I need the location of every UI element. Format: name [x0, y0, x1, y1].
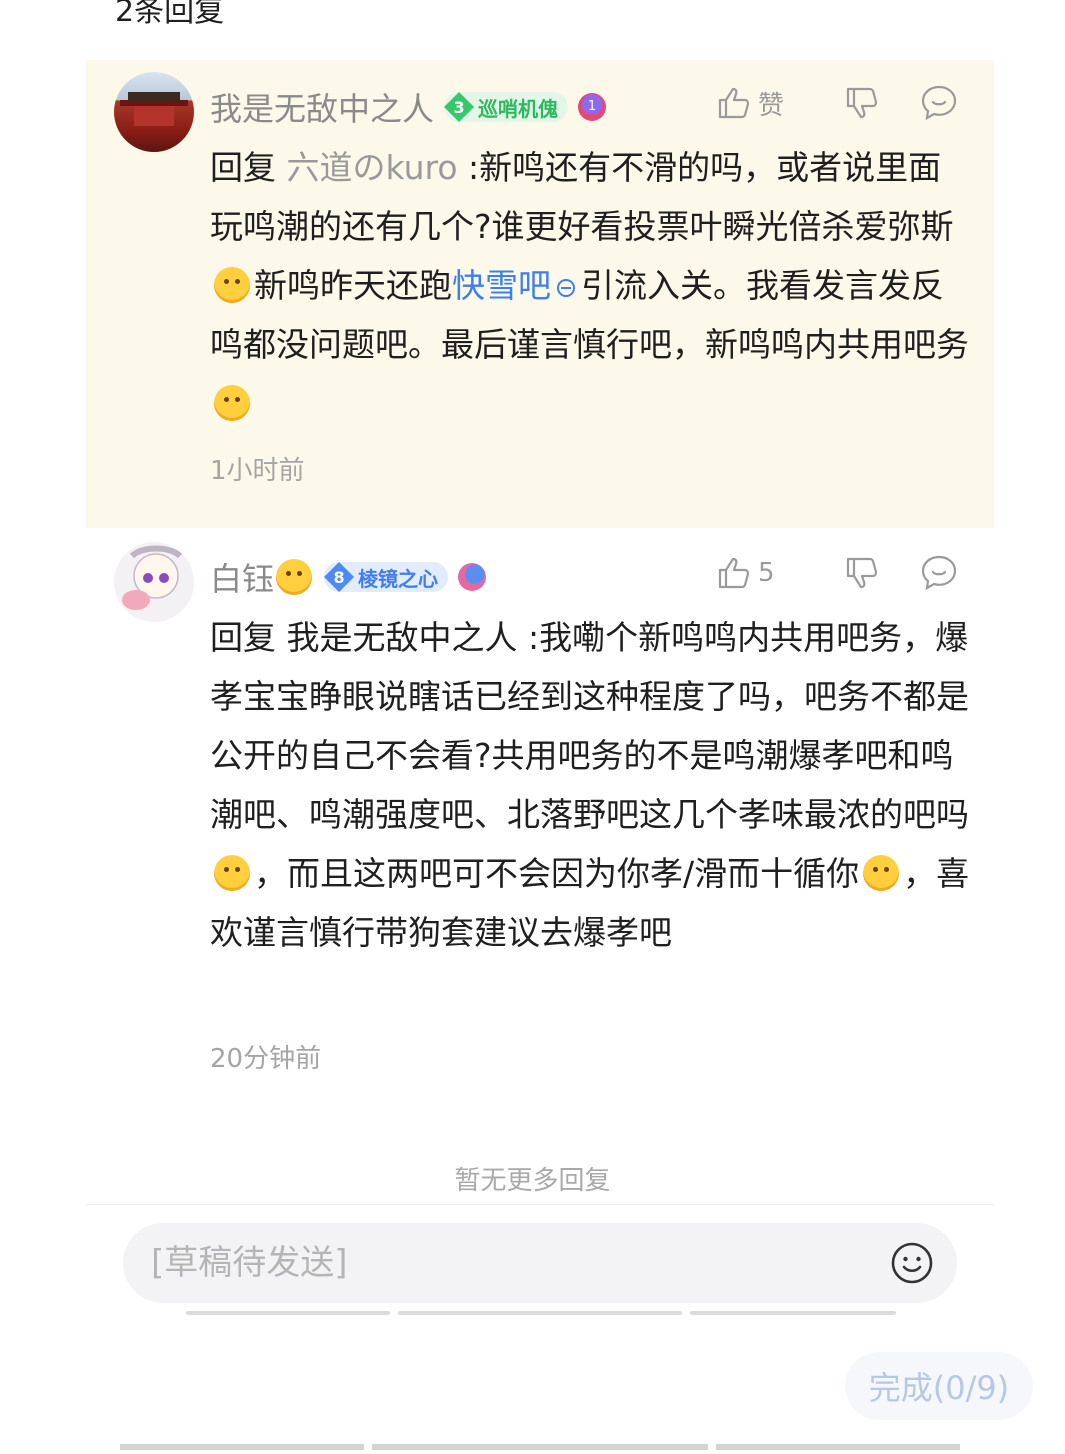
thumbs-down-icon — [846, 87, 878, 119]
reply-text: ，而且这两吧可不会因为你孝/滑而十循你 — [254, 854, 860, 893]
medal-icon[interactable] — [458, 563, 487, 591]
timestamp: 1小时前 — [210, 456, 305, 486]
giggle-emoji-icon — [863, 855, 900, 891]
toolbar-indicator — [186, 1311, 896, 1315]
thumbs-up-icon — [718, 87, 750, 119]
thumbs-down-icon — [846, 557, 878, 589]
reply-input-box[interactable] — [123, 1223, 957, 1303]
avatar[interactable] — [114, 72, 194, 152]
username[interactable]: 白钰 — [210, 554, 274, 600]
reply-content: 回复 我是无敌中之人 :我嘞个新鸣鸣内共用吧务，爆孝宝宝睁眼说瞎话已经到这种程度… — [210, 608, 970, 962]
reply-input[interactable] — [123, 1242, 889, 1284]
palace-avatar-image — [120, 92, 188, 126]
bottom-indicator — [120, 1444, 960, 1450]
sweat-emoji-icon — [214, 267, 250, 303]
level-number: 8 — [324, 562, 355, 592]
medal-icon[interactable]: 1 — [578, 93, 607, 121]
forum-link[interactable]: 快雪吧 — [452, 266, 551, 305]
done-button[interactable]: 完成(0/9) — [845, 1352, 1033, 1420]
level-badge[interactable]: 3 巡哨机傀 — [444, 92, 569, 122]
level-title: 棱镜之心 — [358, 566, 439, 591]
comment-button[interactable] — [908, 554, 958, 592]
like-button[interactable]: 5 — [716, 555, 816, 591]
thumbs-up-icon — [718, 557, 750, 589]
anime-avatar-image — [122, 545, 183, 610]
avatar[interactable] — [114, 542, 194, 622]
like-label: 赞 — [758, 90, 785, 121]
level-number: 3 — [444, 92, 475, 122]
timestamp: 20分钟前 — [210, 1044, 322, 1074]
comment-button[interactable] — [908, 84, 958, 122]
like-count: 5 — [758, 558, 775, 588]
dislike-button[interactable] — [816, 555, 908, 591]
reply-prefix: 回复 — [210, 148, 276, 187]
link-icon — [557, 279, 575, 297]
laughing-emoji-icon — [214, 855, 250, 891]
reply-content: 回复 六道のkuro :新鸣还有不滑的吗，或者说里面玩鸣潮的还有几个?谁更好看投… — [210, 138, 970, 433]
reply-item: 我是无敌中之人 3 巡哨机傀 1 赞 回复 六道のkuro :新鸣还有不滑的吗，… — [86, 60, 994, 528]
reply-prefix: 回复 — [210, 618, 276, 657]
comment-bubble-icon — [921, 85, 957, 121]
reply-item: 白钰 8 棱镜之心 5 回复 我是无敌中之人 :我嘞个新鸣鸣内共用吧务，爆孝宝宝… — [86, 530, 994, 1090]
like-button[interactable]: 赞 — [716, 85, 816, 122]
comment-bubble-icon — [921, 555, 957, 591]
emoji-picker-icon[interactable] — [889, 1240, 935, 1286]
level-badge[interactable]: 8 棱镜之心 — [324, 562, 449, 592]
mention-link[interactable]: 我是无敌中之人 — [287, 618, 518, 657]
reply-text: 新鸣昨天还跑 — [254, 266, 452, 305]
reply-count-header: 2条回复 — [115, 0, 225, 29]
angel-emoji-icon — [276, 559, 313, 595]
username[interactable]: 我是无敌中之人 — [210, 84, 434, 130]
level-title: 巡哨机傀 — [478, 96, 559, 121]
smile-emoji-icon — [214, 385, 250, 421]
divider — [86, 1204, 994, 1205]
dislike-button[interactable] — [816, 85, 908, 121]
mention-link[interactable]: 六道のkuro — [287, 148, 458, 187]
no-more-replies: 暂无更多回复 — [454, 1166, 611, 1196]
